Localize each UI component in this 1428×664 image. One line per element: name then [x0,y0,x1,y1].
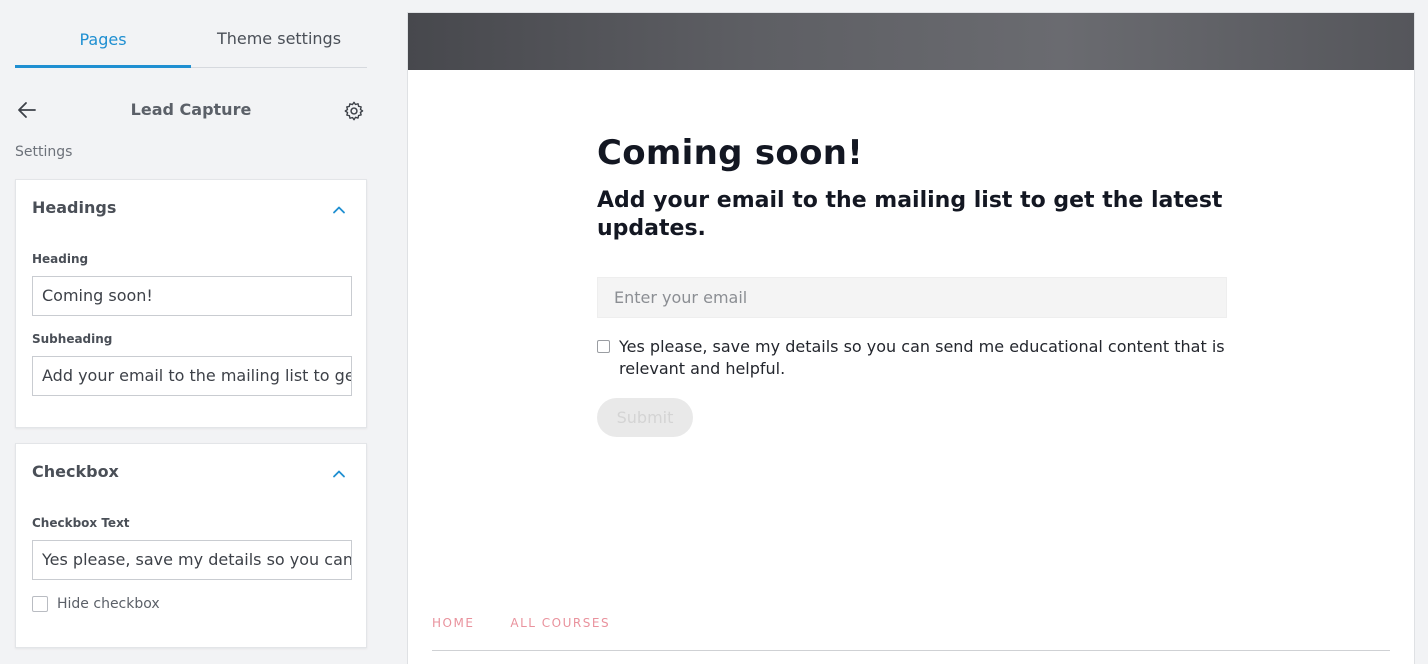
gear-icon[interactable] [343,100,365,122]
headings-card: Headings Heading Coming soon! Subheading… [15,179,367,428]
checkbox-text-input[interactable]: Yes please, save my details so you can s… [32,540,352,580]
hero-banner-image [408,13,1414,70]
page-preview: Coming soon! Add your email to the maili… [407,12,1415,664]
hide-checkbox-toggle[interactable] [32,596,48,612]
settings-section-label: Settings [15,144,73,160]
editor-sidebar: Pages Theme settings Lead Capture Settin… [0,0,382,664]
checkbox-text-field-label: Checkbox Text [32,516,130,530]
consent-checkbox[interactable] [597,340,610,353]
footer-link-home[interactable]: HOME [432,616,474,630]
checkbox-card-title: Checkbox [32,462,119,481]
headings-card-header[interactable]: Headings [32,198,350,220]
lead-capture-form: Coming soon! Add your email to the maili… [597,133,1227,437]
consent-text: Yes please, save my details so you can s… [619,337,1225,378]
checkbox-card-header[interactable]: Checkbox [32,462,350,484]
footer-nav: HOME ALL COURSES [432,616,610,630]
consent-row: Yes please, save my details so you can s… [597,336,1227,380]
chevron-up-icon[interactable] [332,202,346,216]
hide-checkbox-option[interactable]: Hide checkbox [32,596,160,612]
chevron-up-icon[interactable] [332,466,346,480]
preview-subheadline: Add your email to the mailing list to ge… [597,188,1223,241]
tab-theme-settings[interactable]: Theme settings [191,0,367,67]
tab-pages[interactable]: Pages [15,0,191,68]
email-input[interactable]: Enter your email [597,277,1227,318]
submit-button[interactable]: Submit [597,398,693,437]
heading-input[interactable]: Coming soon! [32,276,352,316]
checkbox-card: Checkbox Checkbox Text Yes please, save … [15,443,367,648]
headings-card-title: Headings [32,198,117,217]
heading-field-label: Heading [32,252,89,266]
subheading-field-label: Subheading [32,332,113,346]
page-header: Lead Capture [15,92,367,128]
footer-link-all-courses[interactable]: ALL COURSES [510,616,610,630]
page-title: Lead Capture [130,100,252,119]
hide-checkbox-label: Hide checkbox [57,596,160,612]
subheading-input[interactable]: Add your email to the mailing list to ge… [32,356,352,396]
preview-headline: Coming soon! [597,133,864,173]
sidebar-tabs: Pages Theme settings [15,0,367,68]
footer-divider [432,650,1390,651]
